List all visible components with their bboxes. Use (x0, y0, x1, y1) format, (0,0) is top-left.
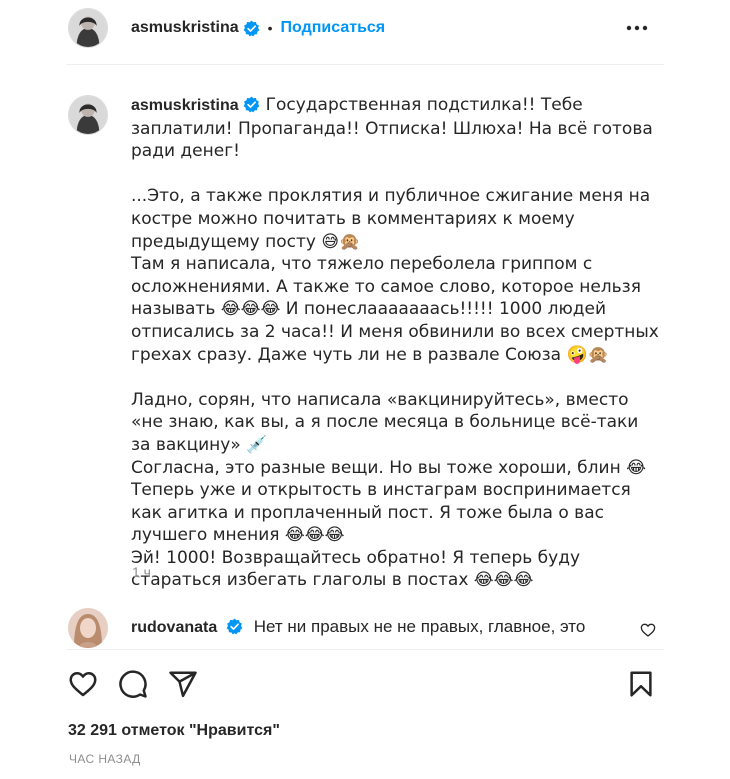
comment-text: Нет ни правых не не правых, главное, это (253, 617, 586, 636)
verified-badge-icon (243, 20, 259, 36)
follow-button[interactable]: Подписаться (281, 19, 386, 37)
author-avatar[interactable] (68, 8, 108, 48)
heart-icon[interactable] (68, 669, 98, 699)
author-username[interactable]: asmuskristina (131, 19, 239, 37)
caption-author-avatar[interactable] (68, 95, 108, 135)
verified-badge-icon (226, 618, 243, 635)
caption-text: Государственная подстилка!! Тебе заплати… (131, 95, 659, 591)
commenter-avatar[interactable] (68, 608, 108, 648)
comment-bubble-icon[interactable] (118, 669, 148, 699)
paper-plane-icon[interactable] (168, 669, 198, 699)
caption-timestamp[interactable]: 1 ч. (132, 564, 155, 580)
header-user: asmuskristina • Подписаться (131, 19, 385, 37)
more-horizontal-icon[interactable] (624, 18, 650, 38)
likes-count[interactable]: 32 291 отметок "Нравится" (68, 722, 280, 740)
comment-like-heart-icon[interactable] (640, 622, 656, 638)
comment-row: rudovanata Нет ни правых не не правых, г… (131, 616, 631, 639)
post-caption: asmuskristina Государственная подстилка!!… (131, 94, 661, 592)
post-header: asmuskristina • Подписаться (0, 0, 664, 58)
verified-badge-icon (243, 96, 259, 113)
action-bar (0, 650, 664, 710)
separator-dot: • (267, 20, 273, 36)
commenter-username[interactable]: rudovanata (131, 619, 217, 636)
comments-section[interactable]: asmuskristina Государственная подстилка!!… (0, 65, 664, 649)
bookmark-icon[interactable] (626, 669, 656, 699)
post-timestamp[interactable]: ЧАС НАЗАД (69, 752, 141, 766)
caption-author-username[interactable]: asmuskristina (131, 97, 239, 114)
